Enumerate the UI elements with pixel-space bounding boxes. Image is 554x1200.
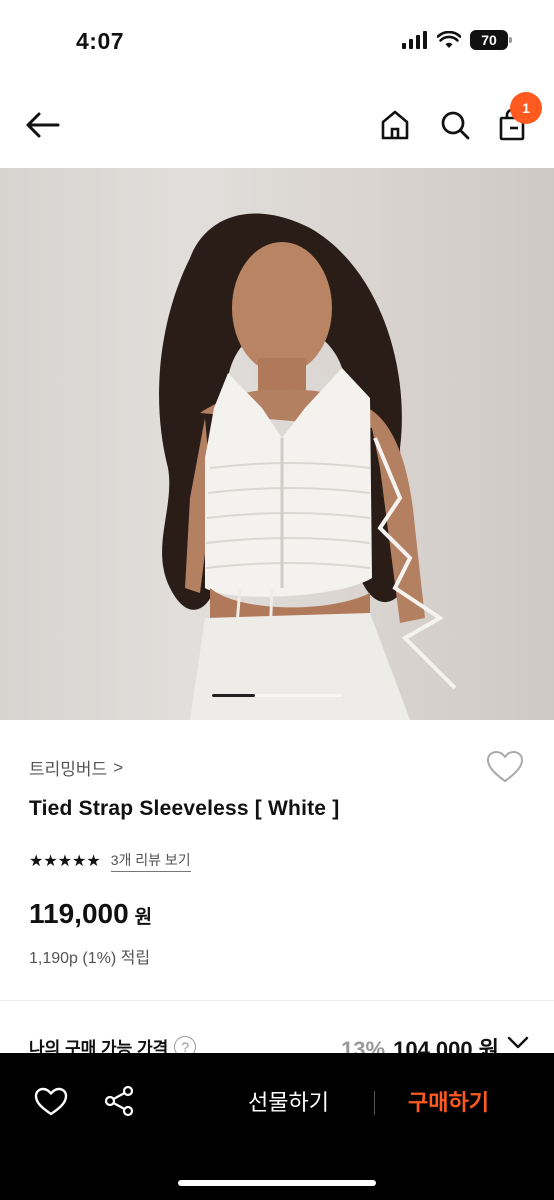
model-photo	[159, 213, 457, 720]
search-icon	[441, 111, 470, 140]
review-link[interactable]: 3개 리뷰 보기	[110, 850, 191, 872]
status-time: 4:07	[76, 28, 125, 54]
wifi-icon	[437, 31, 461, 48]
divider	[0, 1000, 554, 1001]
chevron-right-icon: >	[113, 757, 124, 777]
product-name: Tied Strap Sleeveless [ White ]	[29, 797, 340, 820]
rating-row: ★★★★★ 3개 리뷰 보기	[29, 850, 191, 872]
search-button[interactable]	[438, 105, 472, 145]
battery-level: 70	[481, 32, 497, 48]
product-image[interactable]	[0, 168, 554, 720]
battery-icon: 70	[470, 30, 512, 50]
back-button[interactable]	[22, 105, 62, 145]
home-indicator[interactable]	[178, 1180, 376, 1186]
buy-button[interactable]: 구매하기	[408, 1085, 489, 1117]
bottom-action-bar: 선물하기 구매하기	[0, 1053, 554, 1200]
top-nav	[0, 80, 554, 168]
status-bar: 4:07 70	[0, 0, 554, 80]
back-arrow-icon	[26, 112, 60, 138]
home-button[interactable]	[378, 105, 412, 145]
reward-points: 1,190p (1%) 적립	[29, 950, 151, 967]
price-row: 119,000 원	[29, 898, 152, 930]
star-rating-icon: ★★★★★	[29, 853, 101, 870]
gift-button[interactable]: 선물하기	[248, 1085, 329, 1117]
brand-link[interactable]: 트리밍버드 >	[29, 755, 123, 780]
button-separator	[374, 1091, 375, 1115]
signal-icon	[402, 31, 427, 49]
share-button[interactable]	[104, 1085, 134, 1122]
brand-name: 트리밍버드	[29, 760, 108, 779]
bottom-wishlist-button[interactable]	[34, 1087, 68, 1122]
heart-outline-icon	[487, 751, 523, 782]
heart-outline-icon	[34, 1087, 68, 1116]
cart-count-badge: 1	[510, 92, 542, 124]
price-currency: 원	[134, 907, 153, 928]
price-value: 119,000	[29, 898, 129, 929]
carousel-indicator	[212, 694, 342, 697]
share-icon	[104, 1085, 134, 1117]
status-indicators: 70	[402, 30, 512, 50]
chevron-down-icon	[507, 1036, 529, 1049]
home-icon	[381, 110, 409, 140]
wishlist-button[interactable]	[486, 750, 524, 789]
carousel-indicator-active	[212, 694, 256, 697]
